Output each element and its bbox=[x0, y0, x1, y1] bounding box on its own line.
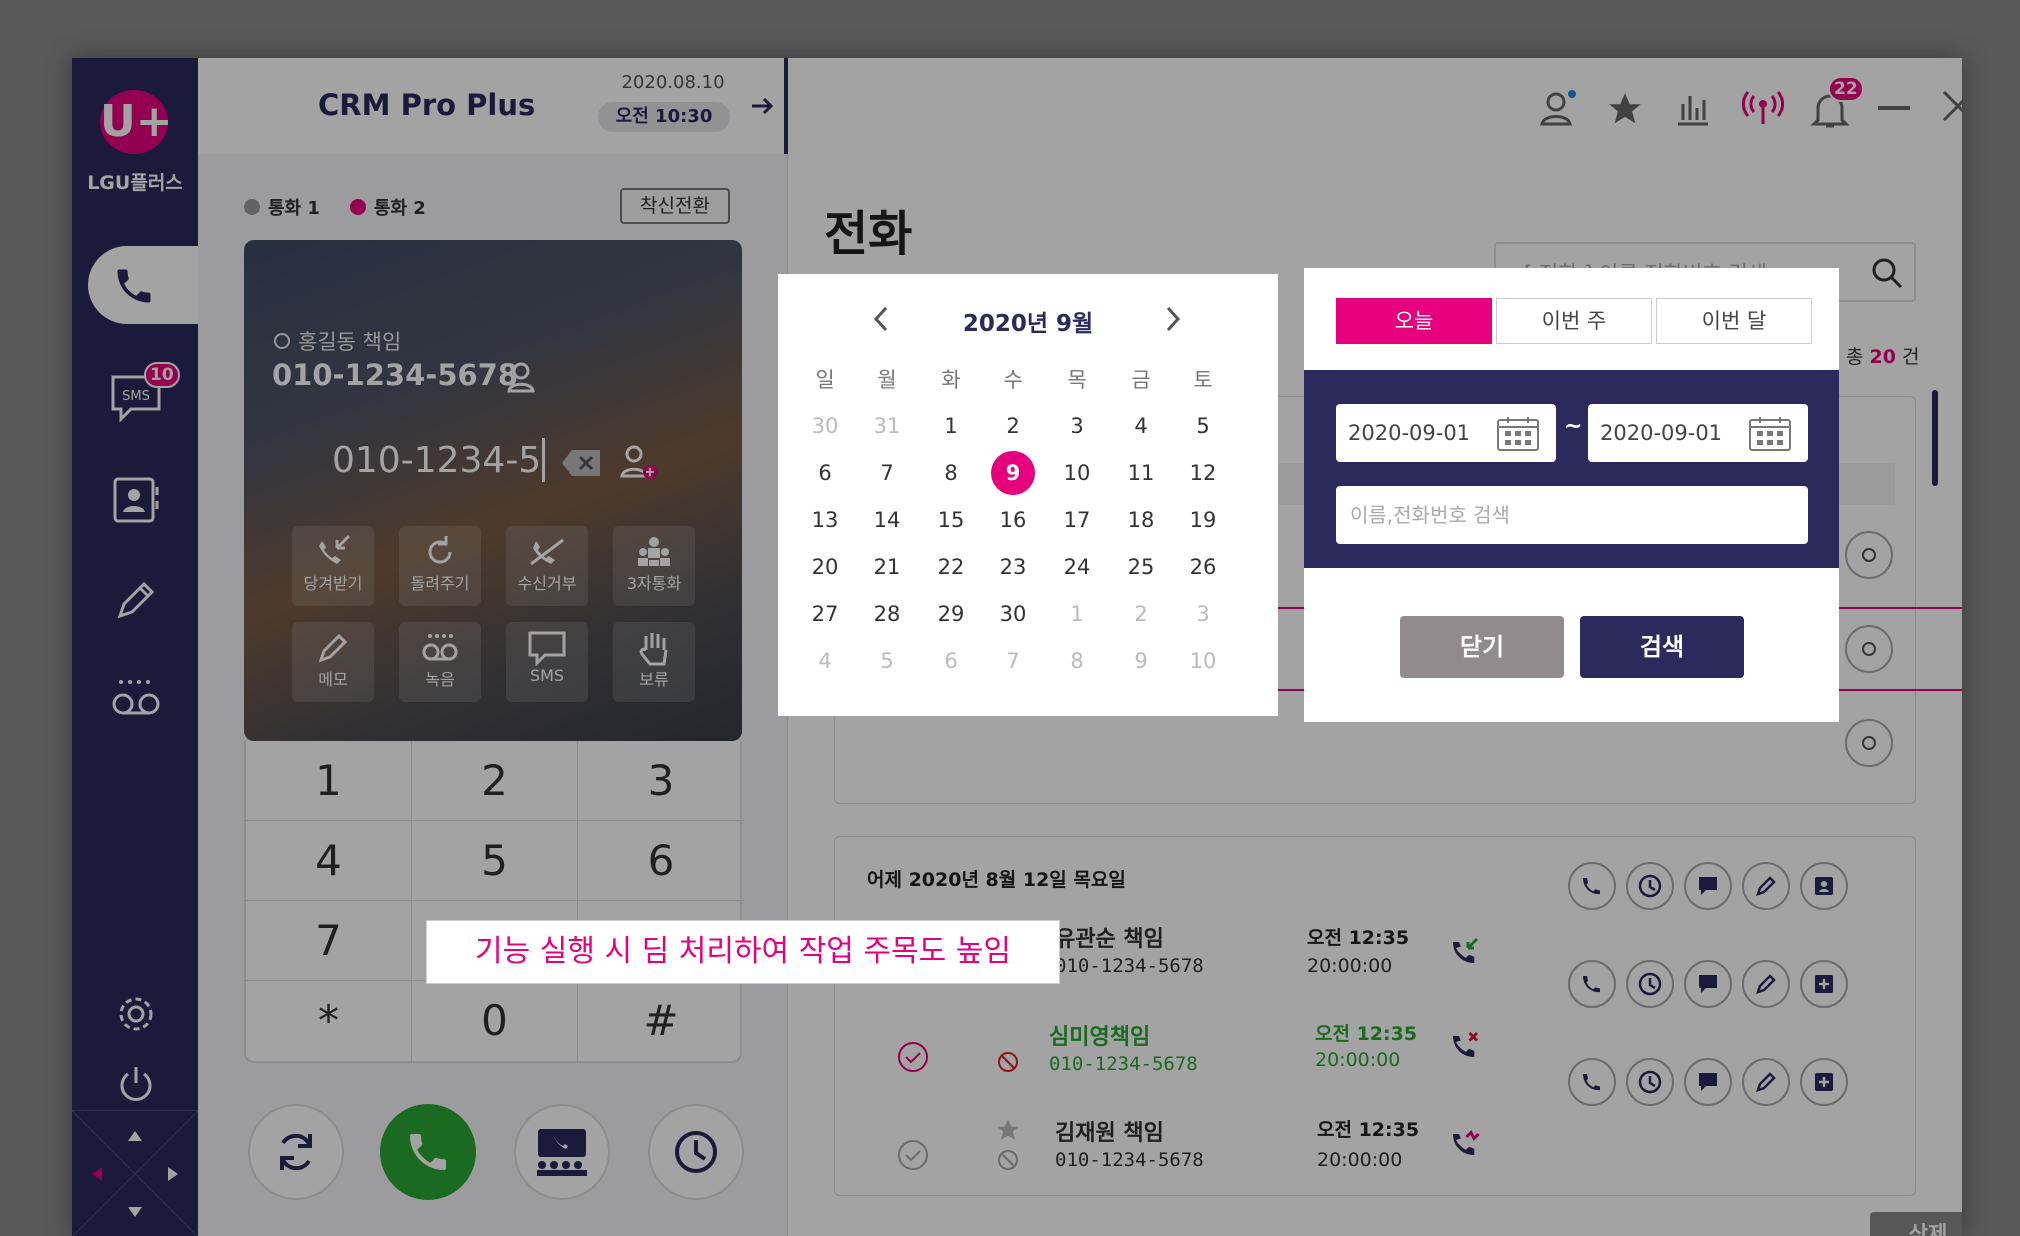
calendar-day[interactable]: 30 bbox=[988, 602, 1038, 626]
calendar-day[interactable]: 18 bbox=[1116, 508, 1166, 532]
calendar-day[interactable]: 17 bbox=[1052, 508, 1102, 532]
calendar-day[interactable]: 21 bbox=[862, 555, 912, 579]
tab-this-month[interactable]: 이번 달 bbox=[1656, 298, 1812, 344]
calendar-day[interactable]: 1 bbox=[926, 414, 976, 438]
calendar-day[interactable]: 2 bbox=[988, 414, 1038, 438]
calendar-day[interactable]: 3 bbox=[1052, 414, 1102, 438]
calendar-day[interactable]: 30 bbox=[800, 414, 850, 438]
calendar-day[interactable]: 27 bbox=[800, 602, 850, 626]
calendar-day[interactable]: 3 bbox=[1178, 602, 1228, 626]
end-date-field[interactable]: 2020-09-01 bbox=[1588, 404, 1808, 462]
calendar-day[interactable]: 4 bbox=[1116, 414, 1166, 438]
calendar-day[interactable]: 19 bbox=[1178, 508, 1228, 532]
calendar-day[interactable]: 10 bbox=[1178, 649, 1228, 673]
calendar-day[interactable]: 5 bbox=[1178, 414, 1228, 438]
annotation-tooltip: 기능 실행 시 딤 처리하여 작업 주목도 높임 bbox=[426, 920, 1060, 984]
date-range-area: 2020-09-01 ~ 2020-09-01 이름,전화번호 검색 bbox=[1304, 370, 1839, 568]
calendar-day[interactable]: 7 bbox=[988, 649, 1038, 673]
tab-this-week[interactable]: 이번 주 bbox=[1496, 298, 1652, 344]
calendar-day[interactable]: 13 bbox=[800, 508, 850, 532]
weekday-label: 목 bbox=[1067, 368, 1087, 392]
calendar-day-selected[interactable]: 9 bbox=[991, 451, 1035, 495]
calendar-day[interactable]: 10 bbox=[1052, 461, 1102, 485]
weekday-label: 일 bbox=[815, 368, 835, 392]
calendar-day[interactable]: 8 bbox=[926, 461, 976, 485]
calendar-day[interactable]: 5 bbox=[862, 649, 912, 673]
calendar-day[interactable]: 2 bbox=[1116, 602, 1166, 626]
weekday-label: 월 bbox=[877, 368, 897, 392]
calendar-day[interactable]: 12 bbox=[1178, 461, 1228, 485]
weekday-label: 수 bbox=[1003, 368, 1023, 392]
calendar-day[interactable]: 14 bbox=[862, 508, 912, 532]
calendar-day[interactable]: 24 bbox=[1052, 555, 1102, 579]
calendar-day[interactable]: 28 bbox=[862, 602, 912, 626]
weekday-label: 화 bbox=[941, 368, 961, 392]
calendar-day[interactable]: 4 bbox=[800, 649, 850, 673]
calendar-day[interactable]: 20 bbox=[800, 555, 850, 579]
weekday-label: 금 bbox=[1131, 368, 1151, 392]
calendar-day[interactable]: 23 bbox=[988, 555, 1038, 579]
weekday-label: 토 bbox=[1193, 368, 1213, 392]
chevron-right-icon[interactable] bbox=[1162, 304, 1184, 334]
calendar-day[interactable]: 29 bbox=[926, 602, 976, 626]
calendar-day[interactable]: 31 bbox=[862, 414, 912, 438]
start-date-value: 2020-09-01 bbox=[1348, 421, 1471, 445]
date-filter-popup: 오늘 이번 주 이번 달 2020-09-01 ~ 2020-09-01 이름,… bbox=[1304, 268, 1839, 722]
calendar-day[interactable]: 15 bbox=[926, 508, 976, 532]
start-date-field[interactable]: 2020-09-01 bbox=[1336, 404, 1556, 462]
calendar-day[interactable]: 16 bbox=[988, 508, 1038, 532]
end-date-value: 2020-09-01 bbox=[1600, 421, 1723, 445]
calendar-day[interactable]: 8 bbox=[1052, 649, 1102, 673]
date-separator: ~ bbox=[1564, 414, 1583, 439]
calendar-day[interactable]: 7 bbox=[862, 461, 912, 485]
calendar-day[interactable]: 26 bbox=[1178, 555, 1228, 579]
calendar-day[interactable]: 6 bbox=[800, 461, 850, 485]
tab-today[interactable]: 오늘 bbox=[1336, 298, 1492, 344]
chevron-left-icon[interactable] bbox=[870, 304, 892, 334]
calendar-month-title: 2020년 9월 bbox=[962, 311, 1094, 337]
calendar-popup: 2020년 9월 일 월 화 수 목 금 토 30 31 1 2 3 4 5 6 7 8 9 10 11 12 13 14 1… bbox=[778, 274, 1278, 716]
calendar-icon[interactable] bbox=[1748, 416, 1792, 452]
calendar-day[interactable]: 25 bbox=[1116, 555, 1166, 579]
calendar-day[interactable]: 11 bbox=[1116, 461, 1166, 485]
name-phone-search-input[interactable]: 이름,전화번호 검색 bbox=[1336, 486, 1808, 544]
calendar-day[interactable]: 9 bbox=[1116, 649, 1166, 673]
calendar-icon[interactable] bbox=[1496, 416, 1540, 452]
close-button[interactable]: 닫기 bbox=[1400, 616, 1564, 678]
search-button[interactable]: 검색 bbox=[1580, 616, 1744, 678]
calendar-day[interactable]: 1 bbox=[1052, 602, 1102, 626]
calendar-day[interactable]: 6 bbox=[926, 649, 976, 673]
calendar-day[interactable]: 22 bbox=[926, 555, 976, 579]
